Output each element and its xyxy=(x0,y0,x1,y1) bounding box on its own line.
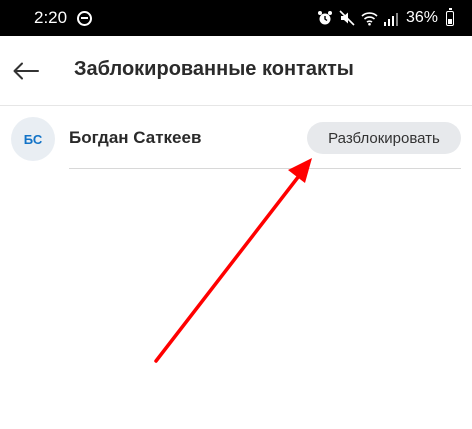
status-time: 2:20 xyxy=(34,8,68,27)
arrow-left-icon xyxy=(13,62,39,80)
mute-icon xyxy=(339,10,355,26)
contact-name: Богдан Саткеев xyxy=(69,128,202,147)
wifi-icon xyxy=(361,11,378,26)
battery-icon xyxy=(446,7,454,26)
row-divider xyxy=(69,168,461,169)
do-not-disturb-icon xyxy=(77,10,93,26)
status-right: 36% xyxy=(317,7,454,27)
alarm-icon xyxy=(317,10,333,26)
avatar: БС xyxy=(11,117,55,161)
battery-percent: 36% xyxy=(405,9,438,26)
unblock-button[interactable]: Разблокировать xyxy=(307,122,461,154)
status-left: 2:20 xyxy=(34,8,93,28)
back-button[interactable] xyxy=(10,56,42,86)
blocked-contact-row: БС Богдан Саткеев Разблокировать xyxy=(0,107,472,169)
app-bar: Заблокированные контакты xyxy=(0,36,472,106)
signal-icon xyxy=(383,11,398,26)
page-title: Заблокированные контакты xyxy=(74,58,354,80)
status-bar: 2:20 36% xyxy=(0,0,472,36)
